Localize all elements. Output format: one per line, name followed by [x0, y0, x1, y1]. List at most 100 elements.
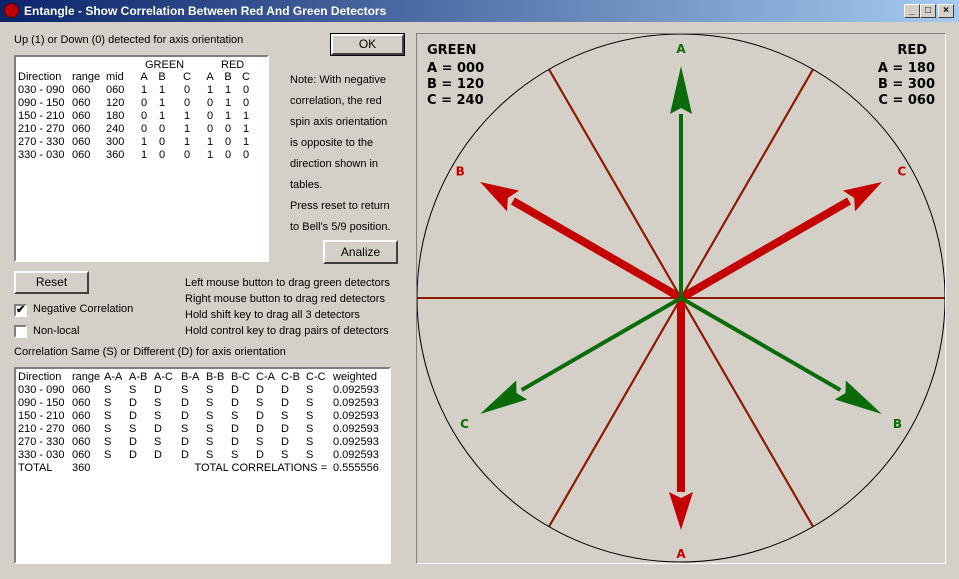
table-row: 030 - 090 060 S S D S S D D D S 0.092593	[18, 384, 383, 397]
cell: S	[306, 410, 314, 422]
cell: S	[306, 384, 314, 396]
cell: 0	[158, 149, 166, 161]
negative-correlation-label: Negative Correlation	[33, 303, 134, 315]
cell: 0	[206, 110, 214, 122]
cell: S	[104, 397, 112, 409]
minimize-button[interactable]: _	[904, 4, 920, 18]
cell: 060	[72, 110, 91, 122]
cell: 360	[106, 149, 125, 161]
cell: 060	[72, 410, 91, 422]
cell: 060	[106, 84, 125, 96]
cell: 0	[158, 136, 166, 148]
cell: S	[181, 423, 189, 435]
non-local-label: Non-local	[33, 325, 80, 337]
cell: 0.092593	[333, 449, 379, 461]
cell: D	[231, 384, 239, 396]
cell: B-B	[206, 371, 225, 383]
cell: 030 - 090	[18, 84, 65, 96]
cell: 1	[224, 97, 232, 109]
cell: 0.092593	[333, 423, 379, 435]
cell: S	[154, 397, 162, 409]
cell: C-C	[306, 371, 326, 383]
non-local-checkbox[interactable]	[14, 325, 27, 338]
green-arrow-c-label: C	[460, 417, 469, 431]
note-line: is opposite to the	[290, 137, 374, 149]
cell: 0	[183, 84, 191, 96]
cell: C	[183, 71, 191, 83]
cell: S	[206, 384, 214, 396]
cell: 060	[72, 123, 91, 135]
note-line: direction shown in	[290, 158, 379, 170]
title-bar: Entangle - Show Correlation Between Red …	[0, 0, 959, 22]
cell: S	[206, 436, 214, 448]
correlation-label: Correlation Same (S) or Different (D) fo…	[14, 346, 286, 358]
cell: B-C	[231, 371, 250, 383]
cell: 030 - 090	[18, 384, 65, 396]
cell: 270 - 330	[18, 436, 65, 448]
analize-button[interactable]: Analize	[323, 240, 398, 264]
cell: A	[140, 71, 148, 83]
cell: S	[104, 410, 112, 422]
orientation-table-panel[interactable]: GREEN RED Direction range mid A B C A B C 030 - 0…	[14, 55, 269, 262]
cell: mid	[106, 71, 124, 83]
cell: D	[231, 397, 239, 409]
cell: S	[154, 436, 162, 448]
detector-diagram[interactable]: A B C A B C GREEN A = 000 B = 120 C = 240 RED…	[417, 34, 945, 563]
red-title: RED	[897, 43, 927, 58]
cell: S	[154, 410, 162, 422]
green-group-header: GREEN	[145, 59, 185, 71]
orientation-label: Up (1) or Down (0) detected for axis ori…	[14, 34, 244, 46]
cell: 090 - 150	[18, 97, 65, 109]
cell: S	[104, 449, 112, 461]
green-value-b: B = 120	[427, 77, 484, 92]
close-button[interactable]: ×	[938, 4, 954, 18]
cell: 1	[158, 110, 166, 122]
orientation-table: Direction range mid A B C A B C 030 - 090 060 060 1 1…	[18, 71, 254, 162]
cell: D	[281, 423, 289, 435]
cell: 060	[72, 397, 91, 409]
reset-button[interactable]: Reset	[14, 271, 89, 294]
cell: 1	[206, 149, 214, 161]
maximize-button[interactable]: □	[920, 4, 936, 18]
cell: S	[104, 436, 112, 448]
table-row: 150 - 210 060 180 0 1 1 0 1 1	[18, 110, 254, 123]
cell: 0	[242, 84, 250, 96]
cell: 060	[72, 449, 91, 461]
note-line: to Bell's 5/9 position.	[290, 221, 391, 233]
total-row: TOTAL 360 TOTAL CORRELATIONS = 0.555556	[18, 462, 383, 475]
red-value-c: C = 060	[878, 93, 935, 108]
cell: 0	[183, 97, 191, 109]
cell: 0	[183, 149, 191, 161]
detector-diagram-frame[interactable]: A B C A B C GREEN A = 000 B = 120 C = 240 RED…	[416, 33, 946, 564]
cell: S	[281, 410, 289, 422]
cell: D	[231, 436, 239, 448]
cell: 210 - 270	[18, 423, 65, 435]
cell: 150 - 210	[18, 110, 65, 122]
table-row: 090 - 150 060 120 0 1 0 0 1 0	[18, 97, 254, 110]
instruction-control: Hold control key to drag pairs of detect…	[185, 325, 389, 337]
cell: 060	[72, 136, 91, 148]
cell: S	[306, 436, 314, 448]
cell: 1	[206, 84, 214, 96]
ok-button[interactable]: OK	[330, 33, 405, 56]
cell: S	[256, 436, 264, 448]
cell: 1	[158, 84, 166, 96]
cell: C-A	[256, 371, 275, 383]
table-row: 270 - 330 060 S D S D S D S D S 0.092593	[18, 436, 383, 449]
cell: D	[281, 397, 289, 409]
cell: S	[104, 384, 112, 396]
negative-correlation-checkbox[interactable]: ✔	[14, 304, 27, 317]
cell: 1	[140, 136, 148, 148]
cell: 1	[242, 110, 250, 122]
cell: S	[256, 397, 264, 409]
cell: B	[158, 71, 166, 83]
cell: 150 - 210	[18, 410, 65, 422]
cell: 0.092593	[333, 384, 379, 396]
table-row: 090 - 150 060 S D S D S D S D S 0.092593	[18, 397, 383, 410]
table-row: 270 - 330 060 300 1 0 1 1 0 1	[18, 136, 254, 149]
cell: D	[181, 410, 189, 422]
correlation-table-panel[interactable]: Direction range A-A A-B A-C B-A B-B B-C C-A C-B C-…	[14, 367, 391, 564]
note-line: spin axis orientation	[290, 116, 388, 128]
cell: S	[104, 423, 112, 435]
cell: 330 - 030	[18, 149, 65, 161]
